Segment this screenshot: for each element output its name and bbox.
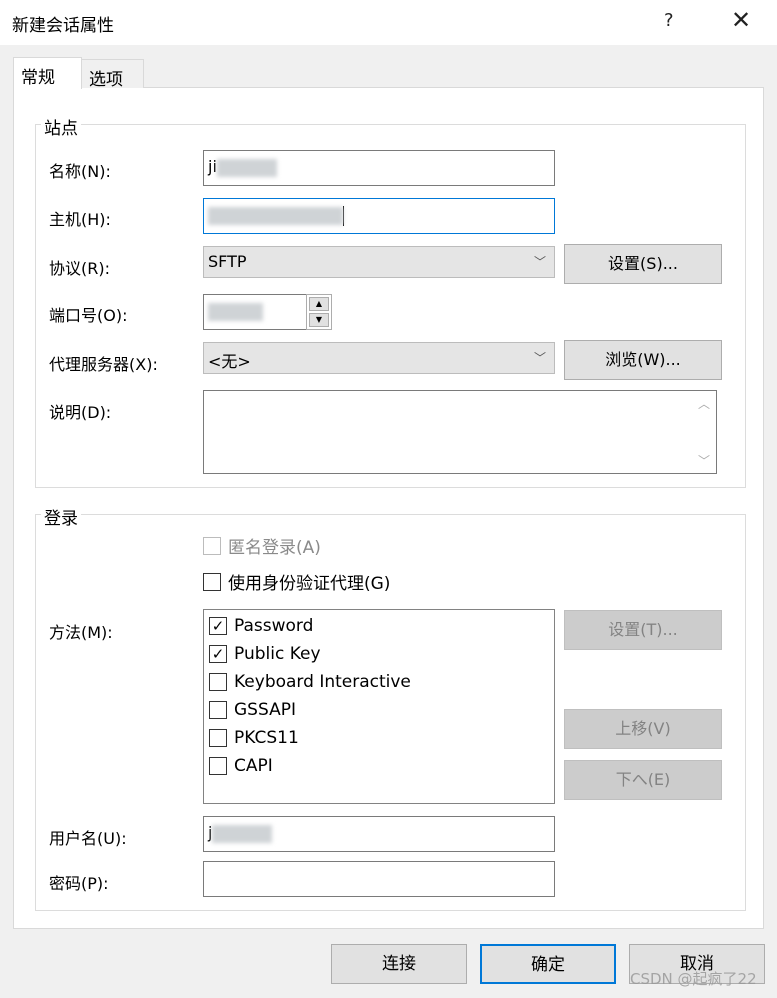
username-label: 用户名(U): [49, 829, 127, 848]
chevron-down-icon: ﹀ [533, 351, 546, 365]
host-label: 主机(H): [49, 210, 111, 229]
method-item[interactable]: ✓ Public Key [209, 644, 321, 664]
proxy-select[interactable]: <无> ﹀ [203, 342, 555, 374]
method-item-label: CAPI [234, 756, 273, 776]
checkbox-icon [203, 536, 221, 555]
checkbox-icon [203, 572, 221, 591]
username-input[interactable]: j [203, 816, 555, 852]
method-item-label: PKCS11 [234, 728, 299, 748]
method-item[interactable]: Keyboard Interactive [209, 672, 411, 692]
port-label: 端口号(O): [49, 306, 128, 325]
close-button[interactable]: ✕ [731, 6, 751, 34]
checkbox-icon [209, 729, 227, 747]
title-bar [0, 0, 777, 45]
tab-options[interactable]: 选项 [81, 59, 144, 90]
description-label: 说明(D): [49, 403, 112, 422]
help-button[interactable]: ? [664, 10, 674, 31]
protocol-settings-button[interactable]: 设置(S)... [564, 244, 722, 284]
method-item-label: Password [234, 616, 314, 636]
method-item-label: GSSAPI [234, 700, 296, 720]
checkbox-icon: ✓ [209, 617, 227, 635]
password-input[interactable] [203, 861, 555, 897]
method-item[interactable]: PKCS11 [209, 728, 299, 748]
checkbox-icon [209, 757, 227, 775]
method-settings-button[interactable]: 设置(T)... [564, 610, 722, 650]
password-label: 密码(P): [49, 874, 109, 893]
auth-agent-label: 使用身份验证代理(G) [228, 574, 391, 594]
window-title: 新建会话属性 [12, 16, 114, 36]
checkbox-icon: ✓ [209, 645, 227, 663]
method-item-label: Public Key [234, 644, 321, 664]
checkbox-icon [209, 701, 227, 719]
chevron-down-icon: ﹀ [533, 255, 546, 269]
port-spinner[interactable]: ▲ ▼ [306, 294, 332, 330]
move-up-button[interactable]: 上移(V) [564, 709, 722, 749]
host-input[interactable] [203, 198, 555, 234]
protocol-label: 协议(R): [49, 259, 110, 278]
description-textarea[interactable]: ︿ ﹀ [203, 390, 717, 474]
ok-button[interactable]: 确定 [480, 944, 616, 984]
connect-button[interactable]: 连接 [331, 944, 467, 984]
move-down-button[interactable]: 下へ(E) [564, 760, 722, 800]
scroll-down-icon[interactable]: ﹀ [698, 452, 710, 469]
anonymous-login-checkbox[interactable]: 匿名登录(A) [203, 533, 321, 558]
method-item[interactable]: ✓ Password [209, 616, 313, 636]
method-item-label: Keyboard Interactive [234, 672, 411, 692]
method-item[interactable]: GSSAPI [209, 700, 296, 720]
tab-general[interactable]: 常规 [13, 57, 82, 89]
watermark: CSDN @起疯了22 [630, 970, 757, 988]
auth-agent-checkbox[interactable]: 使用身份验证代理(G) [203, 569, 390, 594]
port-input[interactable] [203, 294, 307, 330]
protocol-select[interactable]: SFTP ﹀ [203, 246, 555, 278]
proxy-label: 代理服务器(X): [49, 355, 158, 374]
method-list[interactable]: ✓ Password ✓ Public Key Keyboard Interactive… [203, 609, 555, 804]
spin-up-icon[interactable]: ▲ [309, 297, 329, 311]
scroll-up-icon[interactable]: ︿ [698, 395, 710, 412]
method-item[interactable]: CAPI [209, 756, 273, 776]
method-label: 方法(M): [49, 623, 113, 642]
spin-down-icon[interactable]: ▼ [309, 313, 329, 327]
proxy-browse-button[interactable]: 浏览(W)... [564, 340, 722, 380]
name-label: 名称(N): [49, 162, 111, 181]
checkbox-icon [209, 673, 227, 691]
anonymous-login-label: 匿名登录(A) [228, 538, 321, 558]
login-group-label: 登录 [41, 504, 81, 529]
name-input[interactable]: ji [203, 150, 555, 186]
site-group-label: 站点 [41, 114, 81, 139]
